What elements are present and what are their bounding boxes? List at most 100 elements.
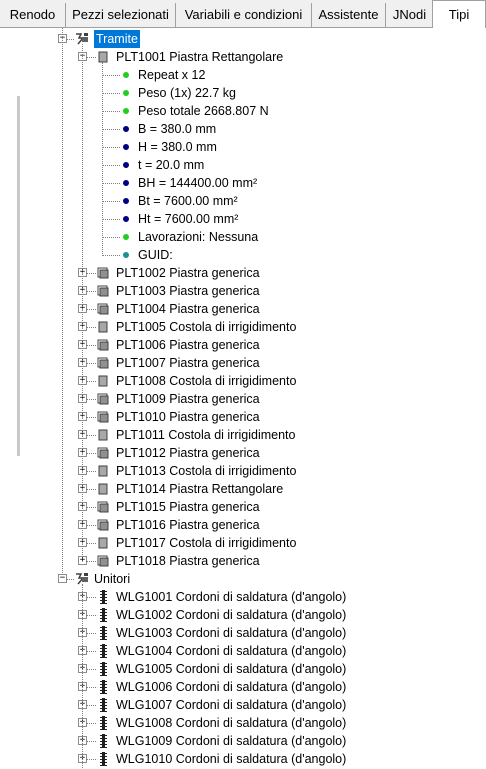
tree-node-weld[interactable]: + WLG1004 Cordoni di saldatura (d'angolo) [0, 642, 486, 660]
property-row[interactable]: BH = 144400.00 mm² [0, 174, 486, 192]
property-bullet-icon [123, 180, 129, 186]
tab-renodo[interactable]: Renodo [0, 3, 66, 27]
tree-node-plate[interactable]: + PLT1004 Piastra generica [0, 300, 486, 318]
generic-plate-icon [97, 339, 109, 351]
tree-connector [82, 584, 83, 768]
tree-node-plate[interactable]: + PLT1002 Piastra generica [0, 264, 486, 282]
tree-node-plate[interactable]: + PLT1003 Piastra generica [0, 282, 486, 300]
tree-node-label: PLT1008 Costola di irrigidimento [116, 374, 297, 388]
property-label: Lavorazioni: Nessuna [138, 230, 259, 244]
tree-node-plate[interactable]: + PLT1011 Costola di irrigidimento [0, 426, 486, 444]
tree-node-plt1001[interactable]: − PLT1001 Piastra Rettangolare [0, 48, 486, 66]
tab-jnodi[interactable]: JNodi [386, 3, 434, 27]
property-label: Ht = 7600.00 mm² [138, 212, 239, 226]
tree-node-weld[interactable]: + WLG1002 Cordoni di saldatura (d'angolo) [0, 606, 486, 624]
tree-node-label: WLG1008 Cordoni di saldatura (d'angolo) [116, 716, 347, 730]
tree-node-plate[interactable]: + PLT1014 Piastra Rettangolare [0, 480, 486, 498]
generic-plate-icon [97, 519, 109, 531]
tree-node-label: PLT1017 Costola di irrigidimento [116, 536, 297, 550]
tree-connector [86, 57, 96, 58]
tree-node-label: WLG1001 Cordoni di saldatura (d'angolo) [116, 590, 347, 604]
tree-connector [86, 597, 96, 598]
tree-connector [86, 705, 96, 706]
tree-connector [82, 44, 83, 557]
tree-node-plate[interactable]: + PLT1009 Piastra generica [0, 390, 486, 408]
weld-seam-icon [100, 590, 107, 604]
tree-connector [86, 453, 96, 454]
tree-node-weld[interactable]: + WLG1003 Cordoni di saldatura (d'angolo) [0, 624, 486, 642]
tab-pezzi-selezionati[interactable]: Pezzi selezionati [66, 3, 176, 27]
generic-plate-icon [97, 393, 109, 405]
property-label: GUID: [138, 248, 173, 262]
tree-connector [86, 687, 96, 688]
tree-node-plate[interactable]: + PLT1016 Piastra generica [0, 516, 486, 534]
tree-node-plate[interactable]: + PLT1008 Costola di irrigidimento [0, 372, 486, 390]
property-bullet-icon [123, 162, 129, 168]
tree-node-weld[interactable]: + WLG1009 Cordoni di saldatura (d'angolo) [0, 732, 486, 750]
tree-node-plate[interactable]: + PLT1017 Costola di irrigidimento [0, 534, 486, 552]
tree-connector [86, 309, 96, 310]
property-row[interactable]: Peso (1x) 22.7 kg [0, 84, 486, 102]
property-bullet-icon [123, 72, 129, 78]
property-row[interactable]: GUID: [0, 246, 486, 264]
property-row[interactable]: Bt = 7600.00 mm² [0, 192, 486, 210]
tree-node-label: PLT1007 Piastra generica [116, 356, 260, 370]
tab-variabili-e-condizioni[interactable]: Variabili e condizioni [176, 3, 312, 27]
tree-node-label: PLT1004 Piastra generica [116, 302, 260, 316]
tree-node-plate[interactable]: + PLT1007 Piastra generica [0, 354, 486, 372]
tree-node-weld[interactable]: + WLG1008 Cordoni di saldatura (d'angolo) [0, 714, 486, 732]
tree-node-label: WLG1010 Cordoni di saldatura (d'angolo) [116, 752, 347, 766]
generic-plate-icon [97, 447, 109, 459]
tree-node-label: PLT1015 Piastra generica [116, 500, 260, 514]
property-bullet-icon [123, 198, 129, 204]
tree-connector [86, 471, 96, 472]
property-label: Peso (1x) 22.7 kg [138, 86, 236, 100]
property-row[interactable]: Repeat x 12 [0, 66, 486, 84]
property-bullet-icon [123, 90, 129, 96]
tree-connector [102, 255, 120, 256]
tree-node-weld[interactable]: + WLG1005 Cordoni di saldatura (d'angolo) [0, 660, 486, 678]
property-row[interactable]: H = 380.0 mm [0, 138, 486, 156]
tree-node-plate[interactable]: + PLT1005 Costola di irrigidimento [0, 318, 486, 336]
property-row[interactable]: Lavorazioni: Nessuna [0, 228, 486, 246]
tree-node-label: PLT1010 Piastra generica [116, 410, 260, 424]
tree-connector [102, 93, 120, 94]
tab-tipi[interactable]: Tipi [432, 0, 486, 28]
tab-bar: Renodo Pezzi selezionati Variabili e con… [0, 0, 486, 28]
property-label: H = 380.0 mm [138, 140, 217, 154]
tree-connector [102, 147, 120, 148]
tree-node-label: WLG1009 Cordoni di saldatura (d'angolo) [116, 734, 347, 748]
tree-node-plate[interactable]: + PLT1013 Costola di irrigidimento [0, 462, 486, 480]
tree-node-plate[interactable]: + PLT1010 Piastra generica [0, 408, 486, 426]
tree-node-plate[interactable]: + PLT1018 Piastra generica [0, 552, 486, 570]
weld-seam-icon [100, 608, 107, 622]
property-label: t = 20.0 mm [138, 158, 205, 172]
tree-node-weld[interactable]: + WLG1007 Cordoni di saldatura (d'angolo) [0, 696, 486, 714]
tree-node-weld[interactable]: + WLG1001 Cordoni di saldatura (d'angolo) [0, 588, 486, 606]
tree-node-label: WLG1003 Cordoni di saldatura (d'angolo) [116, 626, 347, 640]
tree-connector [86, 399, 96, 400]
property-row[interactable]: B = 380.0 mm [0, 120, 486, 138]
property-row[interactable]: Ht = 7600.00 mm² [0, 210, 486, 228]
tree-connector [86, 669, 96, 670]
rectangular-plate-icon [98, 483, 108, 495]
tree-node-plate[interactable]: + PLT1012 Piastra generica [0, 444, 486, 462]
property-row[interactable]: t = 20.0 mm [0, 156, 486, 174]
tree-node-plate[interactable]: + PLT1015 Piastra generica [0, 498, 486, 516]
tree-node-weld[interactable]: + WLG1010 Cordoni di saldatura (d'angolo) [0, 750, 486, 768]
property-label: BH = 144400.00 mm² [138, 176, 258, 190]
tree-node-weld[interactable]: + WLG1006 Cordoni di saldatura (d'angolo) [0, 678, 486, 696]
tab-assistente[interactable]: Assistente [312, 3, 386, 27]
tree-node-label: PLT1006 Piastra generica [116, 338, 260, 352]
tree-panel[interactable]: − Tramite − PLT1001 Piastra Rettangolare Rep… [0, 28, 486, 769]
tree-connector [86, 543, 96, 544]
tree-node-label: Tramite [94, 30, 140, 48]
property-bullet-icon [123, 144, 129, 150]
tree-node-label: PLT1001 Piastra Rettangolare [116, 50, 284, 64]
tree-connector [86, 345, 96, 346]
generic-plate-icon [97, 267, 109, 279]
tree-connector [86, 741, 96, 742]
property-row[interactable]: Peso totale 2668.807 N [0, 102, 486, 120]
tree-connector [102, 183, 120, 184]
tree-node-plate[interactable]: + PLT1006 Piastra generica [0, 336, 486, 354]
